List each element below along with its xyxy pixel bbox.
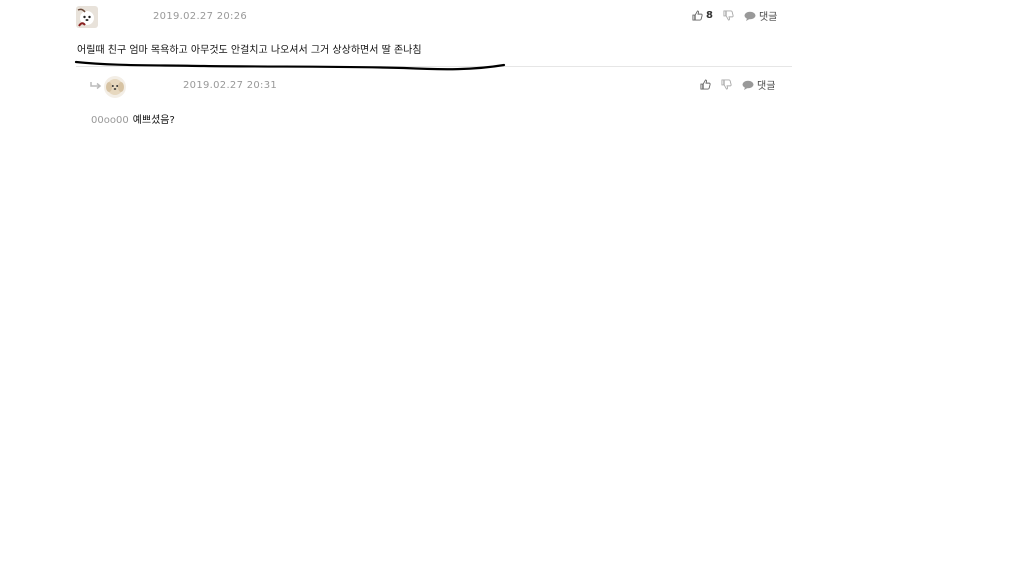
reply-label: 댓글 bbox=[757, 81, 776, 92]
reply-actions: 댓글 bbox=[700, 77, 785, 92]
thumbs-up-icon bbox=[692, 10, 703, 21]
thumbs-down-icon bbox=[723, 10, 734, 21]
comment-thread: 2019.02.27 20:26 8 댓글 어릴때 친구 엄마 목욕하고 아무것… bbox=[0, 0, 1024, 576]
like-count: 8 bbox=[706, 10, 713, 21]
dislike-button[interactable] bbox=[721, 79, 732, 90]
comment-actions: 8 댓글 bbox=[692, 8, 787, 23]
dislike-button[interactable] bbox=[723, 10, 734, 21]
reply-button[interactable]: 댓글 bbox=[744, 8, 777, 23]
reply-timestamp: 2019.02.27 20:31 bbox=[183, 80, 278, 91]
like-button[interactable] bbox=[700, 79, 711, 90]
reply-text: 00oo00 예쁘셨음? bbox=[91, 111, 175, 126]
mention-username[interactable]: 00oo00 bbox=[91, 115, 129, 126]
speech-bubble-icon bbox=[744, 11, 756, 21]
reply-message: 예쁘셨음? bbox=[132, 115, 175, 126]
speech-bubble-icon bbox=[742, 80, 754, 90]
reply-arrow-icon bbox=[90, 82, 102, 90]
thumbs-up-icon bbox=[700, 79, 711, 90]
reply-item: 2019.02.27 20:31 댓글 00oo00 예쁘셨음? bbox=[76, 72, 792, 132]
puppy-avatar-icon[interactable] bbox=[104, 76, 126, 98]
comment-item: 2019.02.27 20:26 8 댓글 어릴때 친구 엄마 목욕하고 아무것… bbox=[76, 6, 792, 67]
reply-label: 댓글 bbox=[758, 12, 778, 23]
thumbs-down-icon bbox=[721, 79, 732, 90]
white-dog-avatar-icon[interactable] bbox=[76, 6, 98, 28]
comment-text: 어릴때 친구 엄마 목욕하고 아무것도 안걸치고 나오셔서 그거 상상하면서 딸… bbox=[77, 45, 422, 56]
reply-button[interactable]: 댓글 bbox=[742, 77, 775, 92]
like-button[interactable]: 8 bbox=[692, 10, 713, 21]
comment-timestamp: 2019.02.27 20:26 bbox=[153, 11, 248, 22]
